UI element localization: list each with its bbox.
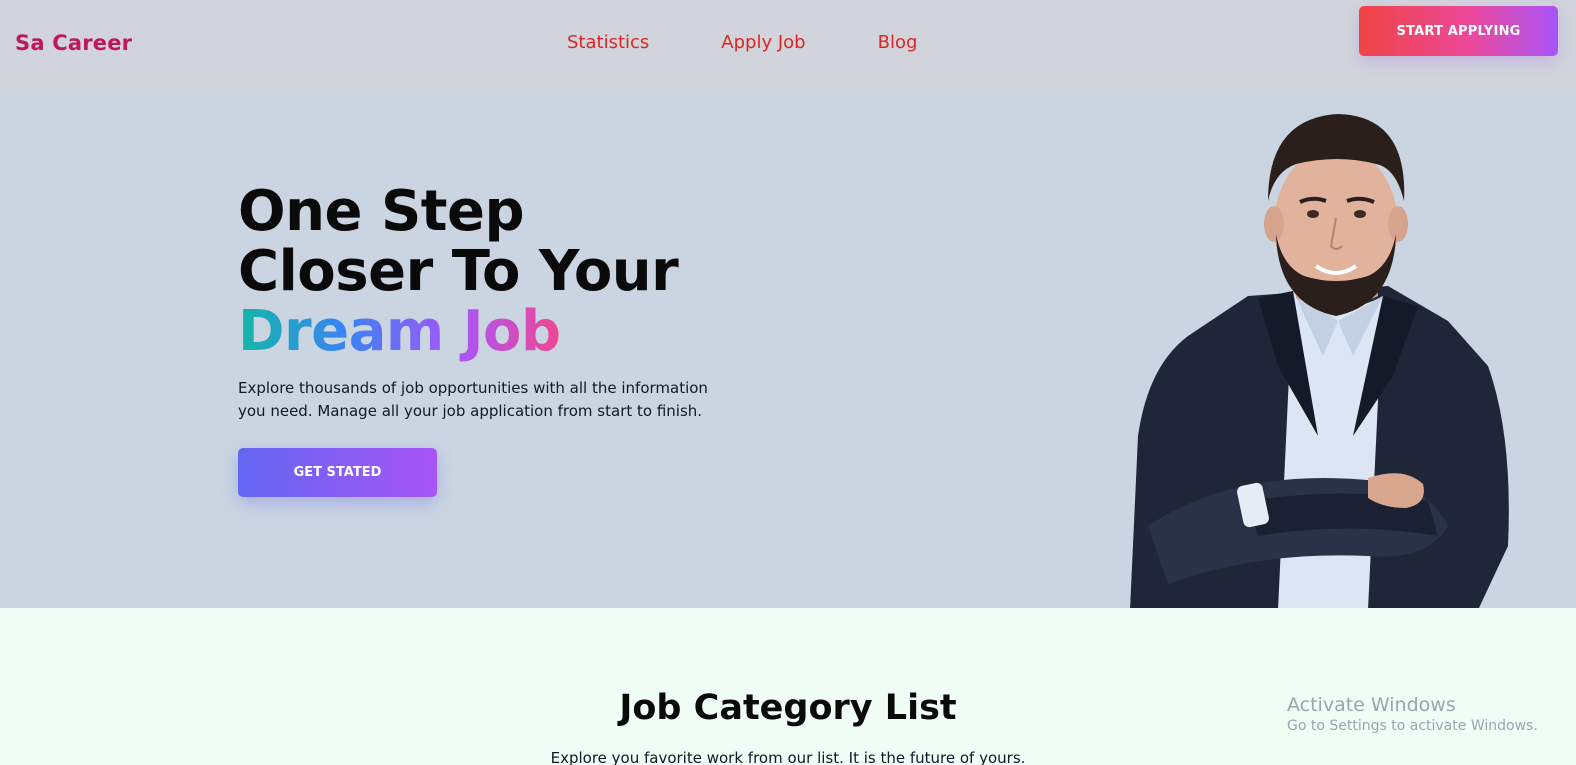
hero-title-line-1: One Step bbox=[238, 179, 525, 244]
hero-person-image bbox=[1130, 114, 1509, 608]
nav-link-blog[interactable]: Blog bbox=[878, 32, 918, 53]
activate-windows-watermark: Activate Windows Go to Settings to activ… bbox=[1287, 694, 1538, 734]
job-category-section: Job Category List Explore you favorite w… bbox=[0, 608, 1576, 765]
nav-link-statistics[interactable]: Statistics bbox=[567, 32, 649, 53]
get-started-button[interactable]: GET STATED bbox=[238, 448, 437, 497]
top-navbar: Sa Career Statistics Apply Job Blog STAR… bbox=[0, 0, 1576, 92]
main-nav: Statistics Apply Job Blog bbox=[567, 32, 917, 53]
job-category-subtitle: Explore you favorite work from our list.… bbox=[550, 749, 1026, 765]
brand-logo[interactable]: Sa Career bbox=[15, 31, 132, 55]
hero-title-line-2: Closer To Your bbox=[238, 239, 679, 304]
watermark-subtitle: Go to Settings to activate Windows. bbox=[1287, 718, 1538, 734]
watermark-title: Activate Windows bbox=[1287, 694, 1456, 716]
hero-description: Explore thousands of job opportunities w… bbox=[238, 379, 708, 420]
hero-title-highlight: Dream Job bbox=[238, 302, 678, 362]
hero-section: One Step Closer To Your Dream Job Explor… bbox=[0, 92, 1576, 608]
start-applying-button[interactable]: START APPLYING bbox=[1359, 6, 1558, 56]
hero-title: One Step Closer To Your Dream Job bbox=[238, 179, 679, 362]
nav-link-apply-job[interactable]: Apply Job bbox=[721, 32, 805, 53]
